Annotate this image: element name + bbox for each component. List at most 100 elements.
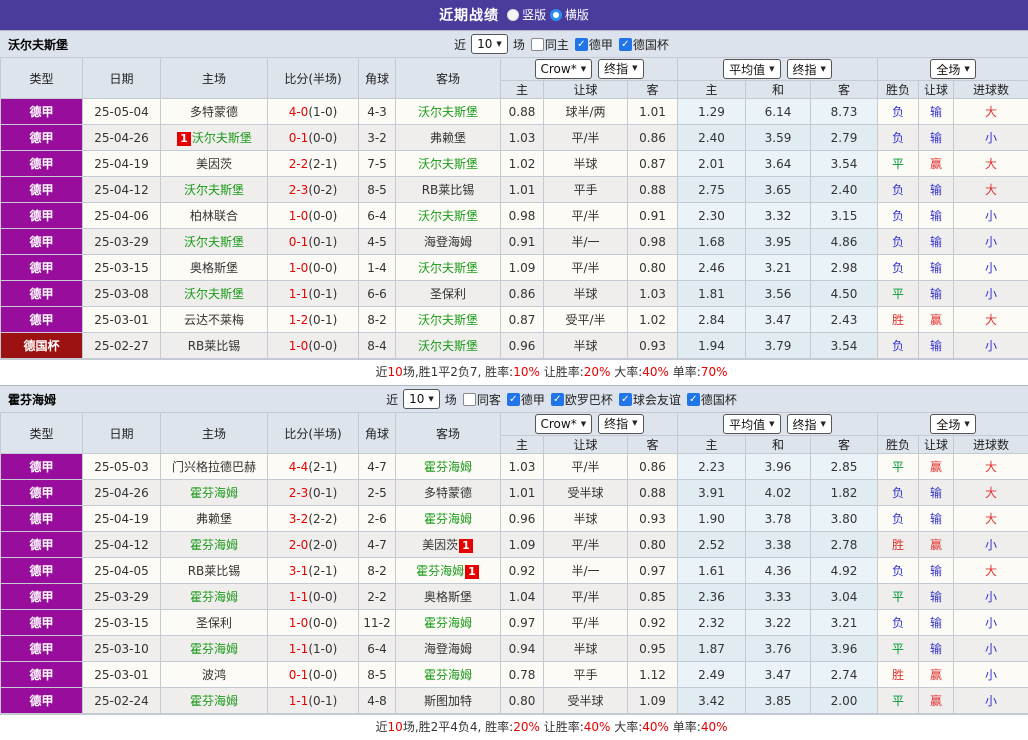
away-cell: 沃尔夫斯堡 — [396, 151, 501, 177]
halftime-score: (0-2) — [308, 183, 337, 197]
home-team-name: 柏林联合 — [190, 209, 238, 223]
corner-cell: 8-2 — [359, 307, 396, 333]
avg-home-cell: 1.61 — [678, 558, 746, 584]
away-cell: 沃尔夫斯堡 — [396, 333, 501, 359]
fulltime-score: 4-4 — [289, 460, 309, 474]
filter-checkbox-球会友谊[interactable]: ✓球会友谊 — [619, 391, 681, 408]
filter-checkbox-同主[interactable]: 同主 — [531, 36, 569, 53]
avg-away-cell: 2.43 — [811, 307, 878, 333]
score-cell: 4-4(2-1) — [268, 454, 359, 480]
odds-stage-select[interactable]: 终指▼ — [598, 414, 643, 434]
games-count-select[interactable]: 10▼ — [403, 389, 440, 409]
avg-home-cell: 1.68 — [678, 229, 746, 255]
home-team-name: 弗赖堡 — [196, 512, 232, 526]
avg-draw-cell: 6.14 — [746, 99, 811, 125]
result-goals-cell: 小 — [954, 281, 1028, 307]
result-goals-cell: 大 — [954, 99, 1028, 125]
avg-header-group: 平均值▼ 终指▼ — [678, 413, 878, 436]
result-goals-cell: 大 — [954, 151, 1028, 177]
sub-column-header: 和 — [746, 436, 811, 454]
avg-away-cell: 2.74 — [811, 662, 878, 688]
handicap-cell: 球半/两 — [544, 99, 628, 125]
result-winloss-cell: 平 — [878, 636, 919, 662]
avg-home-cell: 1.87 — [678, 636, 746, 662]
avg-stage-select[interactable]: 终指▼ — [787, 59, 832, 79]
average-select[interactable]: 平均值▼ — [723, 59, 780, 79]
fulltime-score: 0-1 — [289, 235, 309, 249]
filter-checkbox-欧罗巴杯[interactable]: ✓欧罗巴杯 — [551, 391, 613, 408]
checked-checkbox-icon: ✓ — [575, 38, 588, 51]
odds-home-cell: 0.78 — [501, 662, 544, 688]
result-goals-cell: 小 — [954, 255, 1028, 281]
fulltime-score: 3-2 — [289, 512, 309, 526]
layout-radio-竖版[interactable]: 竖版 — [507, 6, 546, 23]
full-match-select[interactable]: 全场▼ — [930, 414, 975, 434]
summary-segment: 20% — [584, 365, 611, 379]
avg-draw-cell: 3.22 — [746, 610, 811, 636]
odds-company-select[interactable]: Crow*▼ — [535, 59, 593, 79]
date-cell: 25-03-29 — [83, 584, 161, 610]
handicap-cell: 半/一 — [544, 229, 628, 255]
corner-cell: 4-7 — [359, 454, 396, 480]
avg-draw-cell: 3.79 — [746, 333, 811, 359]
corner-cell: 8-4 — [359, 333, 396, 359]
handicap-cell: 受平/半 — [544, 307, 628, 333]
checkbox-label: 德甲 — [589, 36, 613, 53]
halftime-score: (2-0) — [308, 538, 337, 552]
handicap-cell: 半/一 — [544, 558, 628, 584]
avg-home-cell: 2.23 — [678, 454, 746, 480]
avg-away-cell: 1.82 — [811, 480, 878, 506]
avg-away-cell: 4.92 — [811, 558, 878, 584]
team-section-title: 沃尔夫斯堡 — [8, 36, 68, 53]
result-goals-cell: 小 — [954, 636, 1028, 662]
odds-home-cell: 0.92 — [501, 558, 544, 584]
avg-draw-cell: 3.65 — [746, 177, 811, 203]
games-count-select[interactable]: 10▼ — [471, 34, 508, 54]
avg-stage-select[interactable]: 终指▼ — [787, 414, 832, 434]
dropdown-arrow-icon: ▼ — [821, 421, 826, 428]
odds-company-select[interactable]: Crow*▼ — [535, 414, 593, 434]
full-match-select[interactable]: 全场▼ — [930, 59, 975, 79]
home-cell: 霍芬海姆 — [161, 480, 268, 506]
avg-home-cell: 3.91 — [678, 480, 746, 506]
average-select[interactable]: 平均值▼ — [723, 414, 780, 434]
corner-cell: 4-7 — [359, 532, 396, 558]
odds-stage-select[interactable]: 终指▼ — [598, 59, 643, 79]
match-row: 德国杯25-02-27RB莱比锡1-0(0-0)8-4沃尔夫斯堡0.96半球0.… — [1, 333, 1028, 359]
fulltime-score: 4-0 — [289, 105, 309, 119]
away-team-name: 沃尔夫斯堡 — [418, 313, 478, 327]
away-team-name: 美因茨 — [422, 538, 458, 552]
filter-checkbox-同客[interactable]: 同客 — [463, 391, 501, 408]
dropdown-arrow-icon: ▼ — [496, 41, 501, 48]
filter-checkbox-德甲[interactable]: ✓德甲 — [507, 391, 545, 408]
away-cell: 斯图加特 — [396, 688, 501, 714]
radio-icon — [507, 9, 519, 21]
result-winloss-cell: 胜 — [878, 532, 919, 558]
filter-checkbox-德国杯[interactable]: ✓德国杯 — [619, 36, 669, 53]
layout-radio-横版[interactable]: 横版 — [550, 6, 589, 23]
handicap-cell: 平/半 — [544, 255, 628, 281]
handicap-cell: 平手 — [544, 662, 628, 688]
filter-checkbox-德国杯[interactable]: ✓德国杯 — [687, 391, 737, 408]
avg-draw-cell: 3.56 — [746, 281, 811, 307]
league-type-cell: 德甲 — [1, 506, 83, 532]
checked-checkbox-icon: ✓ — [507, 393, 520, 406]
away-cell: 奥格斯堡 — [396, 584, 501, 610]
filter-checkbox-德甲[interactable]: ✓德甲 — [575, 36, 613, 53]
result-handicap-cell: 输 — [919, 177, 954, 203]
away-cell: 沃尔夫斯堡 — [396, 99, 501, 125]
fulltime-score: 3-1 — [289, 564, 309, 578]
odds-away-cell: 1.02 — [628, 307, 678, 333]
match-row: 德甲25-03-15奥格斯堡1-0(0-0)1-4沃尔夫斯堡1.09平/半0.8… — [1, 255, 1028, 281]
home-team-name: 霍芬海姆 — [190, 642, 238, 656]
dropdown-arrow-icon: ▼ — [428, 396, 433, 403]
fulltime-score: 1-0 — [289, 261, 309, 275]
fulltime-score: 1-2 — [289, 313, 309, 327]
sub-column-header: 胜负 — [878, 436, 919, 454]
team-section-title: 霍芬海姆 — [8, 391, 56, 408]
league-type-cell: 德甲 — [1, 99, 83, 125]
dropdown-arrow-icon: ▼ — [632, 65, 637, 72]
corner-cell: 6-4 — [359, 636, 396, 662]
odds-home-cell: 0.97 — [501, 610, 544, 636]
match-row: 德甲25-04-05RB莱比锡3-1(2-1)8-2霍芬海姆10.92半/一0.… — [1, 558, 1028, 584]
